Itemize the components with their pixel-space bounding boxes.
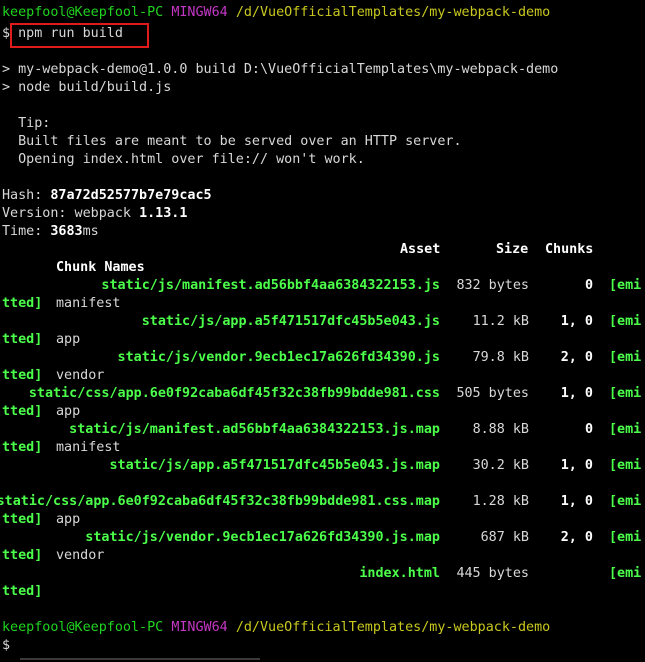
table-row-chunk-name: vendor bbox=[56, 368, 105, 383]
terminal-window[interactable]: keepfool@Keepfool-PC MINGW64 /d/VueOffic… bbox=[0, 0, 645, 662]
table-row-size: 1.28 kB bbox=[472, 494, 529, 509]
table-row-emitted: tted] bbox=[2, 332, 43, 347]
table-row-asset: static/js/manifest.ad56bbf4aa6384322153.… bbox=[101, 278, 440, 293]
table-row-chunks: 1, 0 bbox=[560, 458, 593, 473]
table-row-chunk-name: vendor bbox=[56, 548, 105, 563]
table-row-size: 687 kB bbox=[480, 530, 529, 545]
table-row-emitted: tted] bbox=[2, 512, 43, 527]
table-row-asset: static/css/app.6e0f92caba6df45f32c38fb99… bbox=[28, 386, 440, 401]
table-row-chunks: 2, 0 bbox=[560, 350, 593, 365]
header-chunk-names: Chunk Names bbox=[56, 260, 145, 275]
table-row-size: 8.88 kB bbox=[472, 422, 529, 437]
prompt-line: keepfool@Keepfool-PC MINGW64 /d/VueOffic… bbox=[2, 619, 550, 637]
prompt-path: /d/VueOfficialTemplates/my-webpack-demo bbox=[235, 620, 551, 635]
table-row-size: 79.8 kB bbox=[472, 350, 529, 365]
table-row-emitted: tted] bbox=[2, 368, 43, 383]
table-row-emitted: [emi bbox=[609, 278, 642, 293]
table-row-chunks: 2, 0 bbox=[560, 530, 593, 545]
table-row-chunks: 1, 0 bbox=[560, 386, 593, 401]
table-row-emitted: [emi bbox=[609, 530, 642, 545]
stats-value: 3683 bbox=[50, 224, 83, 239]
prompt-dollar: $ bbox=[2, 26, 11, 41]
table-row-size: 445 bytes bbox=[456, 566, 529, 581]
npm-run-line: > node build/build.js bbox=[2, 80, 172, 95]
table-row-chunks: 1, 0 bbox=[560, 494, 593, 509]
header-chunks: Chunks bbox=[545, 242, 594, 257]
stats-label: Time: bbox=[2, 224, 51, 239]
table-row-chunk-name: app bbox=[56, 404, 81, 419]
table-row-emitted: tted] bbox=[2, 548, 43, 563]
table-row-emitted: [emi bbox=[609, 494, 642, 509]
table-row-chunks: 1, 0 bbox=[560, 314, 593, 329]
table-row-asset: static/js/app.a5f471517dfc45b5e043.js.ma… bbox=[109, 458, 440, 473]
table-row-asset: static/js/app.a5f471517dfc45b5e043.js bbox=[141, 314, 440, 329]
stats-version: Version: webpack 1.13.1 bbox=[2, 205, 187, 223]
stats-label: Hash: bbox=[2, 188, 51, 203]
input-underline bbox=[20, 658, 260, 660]
table-row-emitted: [emi bbox=[609, 386, 642, 401]
table-row-emitted: [emi bbox=[609, 566, 642, 581]
table-row-emitted: [emi bbox=[609, 458, 642, 473]
prompt-user-host: keepfool@Keepfool-PC bbox=[2, 620, 164, 635]
header-size: Size bbox=[496, 242, 529, 257]
stats-hash: Hash: 87a72d52577b7e79cac5 bbox=[2, 187, 212, 205]
stats-time: Time: 3683ms bbox=[2, 223, 99, 241]
npm-run-line: > my-webpack-demo@1.0.0 build D:\VueOffi… bbox=[2, 62, 559, 77]
table-row-emitted: tted] bbox=[2, 296, 43, 311]
table-row-emitted: [emi bbox=[609, 350, 642, 365]
table-row-emitted: tted] bbox=[2, 584, 43, 599]
table-row-chunk-name: app bbox=[56, 332, 81, 347]
prompt-path: /d/VueOfficialTemplates/my-webpack-demo bbox=[235, 5, 551, 20]
table-row-asset: static/css/app.6e0f92caba6df45f32c38fb99… bbox=[0, 494, 440, 509]
prompt-line: keepfool@Keepfool-PC MINGW64 /d/VueOffic… bbox=[2, 4, 550, 22]
table-row-asset: static/js/manifest.ad56bbf4aa6384322153.… bbox=[69, 422, 440, 437]
prompt-env: MINGW64 bbox=[171, 620, 228, 635]
table-row-asset: static/js/vendor.9ecb1ec17a626fd34390.js bbox=[117, 350, 440, 365]
stats-value: 1.13.1 bbox=[139, 206, 188, 221]
prompt-dollar[interactable]: $ bbox=[2, 637, 10, 655]
table-row-emitted: tted] bbox=[2, 440, 43, 455]
table-row-chunk-name: manifest bbox=[56, 296, 121, 311]
command-highlight-box bbox=[10, 23, 149, 48]
table-row-emitted: [emi bbox=[609, 314, 642, 329]
table-row-chunks: 0 bbox=[584, 422, 593, 437]
table-row-chunk-name: app bbox=[56, 512, 81, 527]
table-row-size: 11.2 kB bbox=[472, 314, 529, 329]
table-row-size: 505 bytes bbox=[456, 386, 529, 401]
table-row-emitted: [emi bbox=[609, 422, 642, 437]
prompt-user-host: keepfool@Keepfool-PC bbox=[2, 5, 164, 20]
header-asset: Asset bbox=[400, 242, 441, 257]
prompt-env: MINGW64 bbox=[171, 5, 228, 20]
table-row-chunks: 0 bbox=[584, 278, 593, 293]
table-row-asset: static/js/vendor.9ecb1ec17a626fd34390.js… bbox=[85, 530, 440, 545]
table-row-chunk-name: manifest bbox=[56, 440, 121, 455]
table-row-size: 30.2 kB bbox=[472, 458, 529, 473]
stats-unit: ms bbox=[82, 224, 99, 239]
stats-value: 87a72d52577b7e79cac5 bbox=[50, 188, 212, 203]
table-row-emitted: tted] bbox=[2, 404, 43, 419]
tip-title: Tip: bbox=[2, 116, 51, 131]
tip-text: Built files are meant to be served over … bbox=[2, 134, 462, 149]
tip-text: Opening index.html over file:// won't wo… bbox=[2, 152, 365, 167]
stats-label: Version: webpack bbox=[2, 206, 140, 221]
table-row-size: 832 bytes bbox=[456, 278, 529, 293]
table-row-asset: index.html bbox=[359, 566, 440, 581]
